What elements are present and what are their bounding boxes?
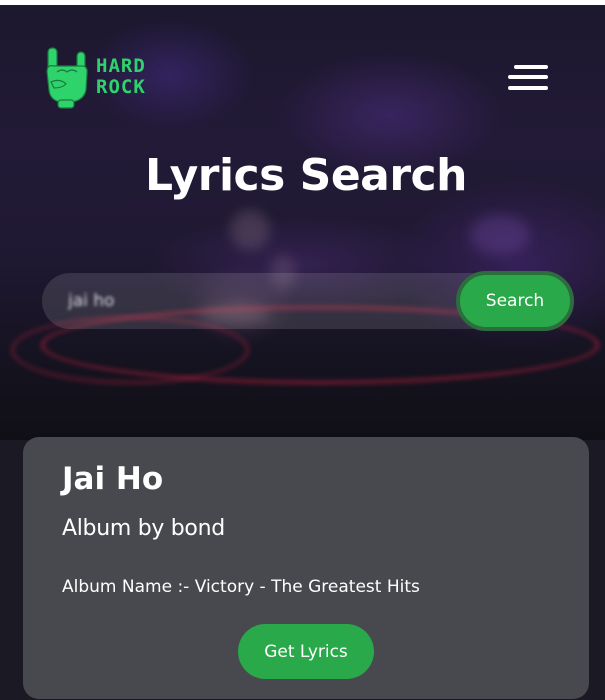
brand-logo[interactable]: HARD ROCK <box>42 42 146 112</box>
hamburger-menu-icon-bar <box>508 75 548 79</box>
get-lyrics-button[interactable]: Get Lyrics <box>238 624 374 679</box>
logo-line-2: ROCK <box>96 76 146 98</box>
logo-line-1: HARD <box>96 55 146 77</box>
song-title: Jai Ho <box>62 461 164 497</box>
album-name: Album Name :- Victory - The Greatest Hit… <box>62 577 420 597</box>
hamburger-menu-icon-bar <box>508 86 548 90</box>
search-bar: Search <box>42 271 574 331</box>
hamburger-menu-icon <box>514 65 548 69</box>
search-input[interactable] <box>42 273 462 329</box>
logo-text: HARD ROCK <box>96 56 146 98</box>
app-frame: HARD ROCK Lyrics Search Search Jai Ho Al… <box>0 0 605 700</box>
page-title: Lyrics Search <box>145 150 467 201</box>
artist-line: Album by bond <box>62 516 225 541</box>
rock-hand-icon <box>46 47 88 109</box>
search-button[interactable]: Search <box>456 271 574 331</box>
menu-button[interactable] <box>504 62 550 96</box>
result-card: Jai Ho Album by bond Album Name :- Victo… <box>23 437 589 699</box>
